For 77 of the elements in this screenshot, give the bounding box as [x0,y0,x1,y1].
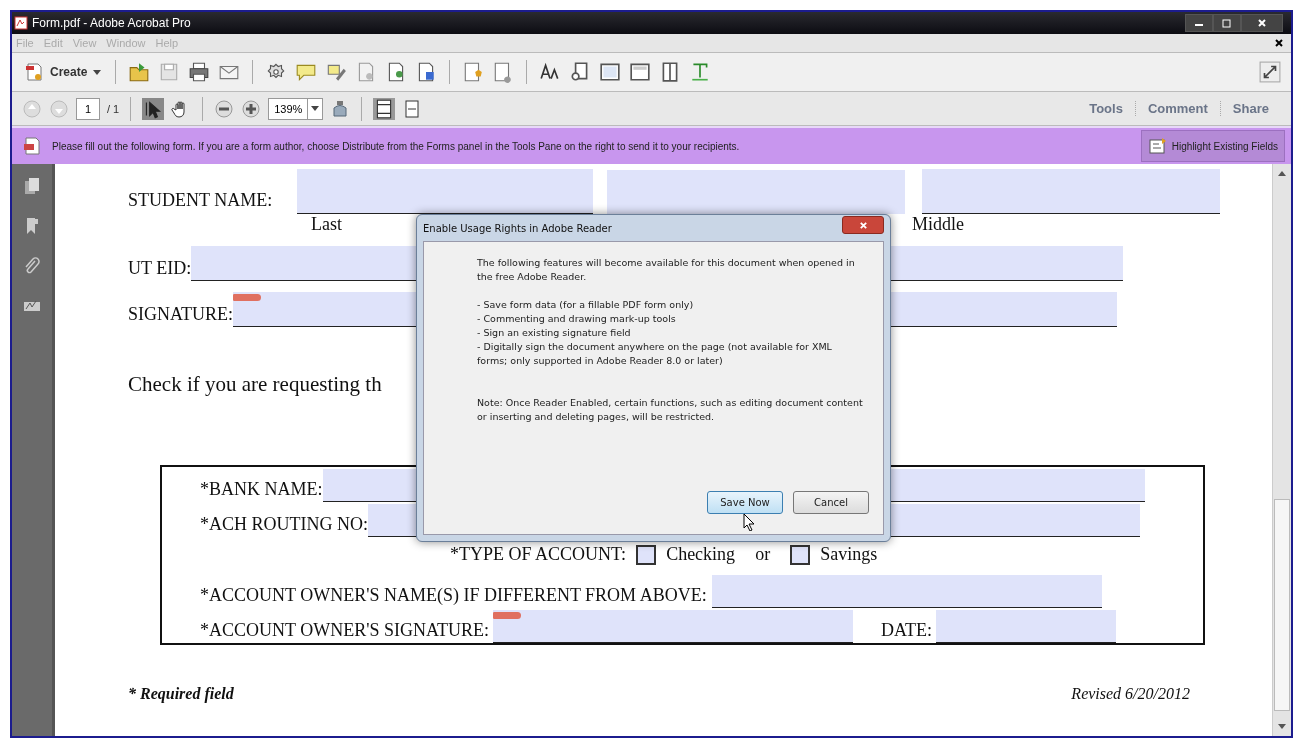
save-now-button[interactable]: Save Now [707,491,783,514]
dialog-title: Enable Usage Rights in Adobe Reader [423,222,612,234]
checkbox[interactable] [636,545,657,565]
pane-tab[interactable]: Tools [1077,101,1135,116]
field-label: *TYPE OF ACCOUNT: [450,543,627,566]
pane-tab[interactable]: Share [1219,101,1281,116]
pdf-icon [14,16,28,30]
fit-page-icon[interactable] [373,97,396,120]
field-label: UT EID: [128,258,192,280]
form-icon [22,136,42,156]
zoom-in-icon[interactable] [241,98,262,119]
feature-item: - Sign an existing signature field [477,326,632,340]
signature-tag-icon [492,612,521,619]
zoom-out-icon[interactable] [214,98,235,119]
maximize-button[interactable] [1213,14,1241,32]
close-button[interactable] [1241,14,1283,32]
zoom-dropdown[interactable]: 139% [268,97,324,120]
pages-icon[interactable] [22,176,42,196]
select-cursor-icon[interactable] [142,97,165,120]
scrollbar[interactable] [1272,164,1291,736]
required-note: * Required field [128,685,234,703]
dialog-note: Note: Once Reader Enabled, certain functions, such as editing document content or inserting and deleting pages, will be restricted. [477,396,864,424]
close-icon [1257,18,1267,28]
cancel-button[interactable]: Cancel [793,491,869,514]
field-label: SIGNATURE: [128,304,233,326]
connector-text: or [755,543,771,566]
text-field-icon[interactable] [599,61,622,83]
info-message: Please fill out the following form. If you are a form author, choose Distribute from the Forms panel in the Tools Pane on the right to send it to your recipients. [52,140,740,152]
pane-tab[interactable]: Comment [1134,101,1220,116]
field-caption: Middle [912,214,964,236]
text-field-icon[interactable] [629,61,652,83]
print-icon[interactable] [188,61,211,83]
feature-item: - Commenting and drawing mark-up tools [477,312,677,326]
signature-tag-icon [233,294,261,301]
input-field[interactable] [711,575,1102,608]
page-number-field[interactable]: 1 [76,97,100,120]
open-folder-icon[interactable] [128,61,151,83]
window-title: Form.pdf - Adobe Acrobat Pro [32,16,191,30]
mouse-cursor-icon [743,513,755,531]
close-button[interactable] [842,216,884,234]
input-field[interactable] [935,610,1116,643]
field-label: DATE: [880,620,932,642]
checkbox[interactable] [790,545,811,565]
close-icon [858,220,868,230]
signature-field[interactable] [492,610,853,643]
maximize-icon [1222,18,1232,28]
field-label: STUDENT NAME: [128,190,274,212]
scroll-up-icon[interactable] [1278,171,1286,176]
paperclip-icon[interactable] [22,256,42,276]
create-button[interactable]: Create [22,60,104,84]
checkbox-label: Checking [666,543,736,566]
feature-item: - Save form data (for a fillable PDF form only) [477,298,695,312]
field-label: *ACCOUNT OWNER'S SIGNATURE: [200,620,489,642]
page-count: / 1 [107,102,120,115]
input-field[interactable] [607,170,905,214]
field-label: *ACH ROUTING NO: [200,514,368,536]
field-label: *BANK NAME: [200,479,323,501]
caret-icon [93,69,102,75]
highlight-fields-button[interactable]: Highlight Existing Fields [1140,130,1285,162]
revision-date: Revised 6/20/2012 [1071,685,1190,703]
caret-icon [311,106,320,111]
feature-item: - Digitally sign the document anywhere on the page (not available for XML forms; only supported in Adobe Reader 8.0 or later) [477,340,833,368]
input-field[interactable] [922,169,1220,214]
form-fields-icon [1147,136,1168,156]
checkbox-label: Savings [820,543,878,566]
expand-icon[interactable] [1259,61,1281,83]
input-field[interactable] [297,169,593,214]
form-icon[interactable] [462,61,485,83]
field-caption: Last [311,214,342,236]
instruction-text: Check if you are requesting th [128,372,383,397]
field-label: *ACCOUNT OWNER'S NAME(S) IF DIFFERENT FROM ABOVE: [200,585,707,607]
dialog-text: The following features will become available for this document when opened in the free Adobe Reader. [477,256,856,284]
close-icon[interactable] [1275,39,1283,47]
minimize-button[interactable] [1185,14,1213,32]
document-icon [24,62,44,82]
scroll-down-icon[interactable] [1278,724,1286,729]
scrollbar-thumb[interactable] [1274,499,1290,711]
